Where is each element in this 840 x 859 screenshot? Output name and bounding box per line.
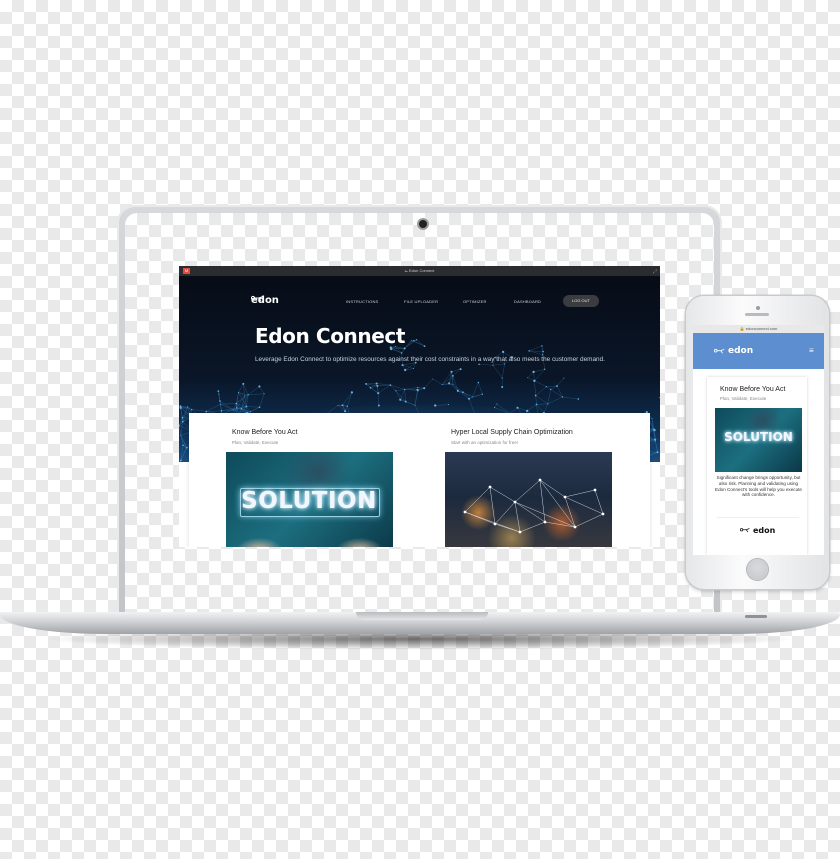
phone-card-subtitle: Plan, Validate, Execute [720, 396, 767, 401]
phone-footer-logo[interactable]: edon [740, 526, 775, 535]
feature-cards: Know Before You Act Plan, Validate, Exec… [189, 413, 650, 547]
solution-image-text: SOLUTION [241, 488, 377, 514]
logout-button[interactable]: LOG OUT [563, 295, 599, 307]
hands-graphic [226, 522, 393, 547]
home-button[interactable] [747, 559, 768, 580]
phone-header: edon ≡ [693, 333, 824, 369]
card-subtitle: Start with an optimization for free! [451, 440, 519, 445]
edon-logo-icon: ⟜ [404, 268, 408, 273]
phone-site-logo[interactable]: edon [714, 346, 753, 356]
phone-body-text: Significant change brings opportunity, b… [715, 475, 802, 498]
front-camera-icon [756, 306, 760, 310]
site-logo[interactable]: edon [251, 295, 279, 306]
phone-speaker [745, 313, 769, 316]
footer-brand: edon [753, 526, 776, 535]
hero-subtitle: Leverage Edon Connect to optimize resour… [255, 356, 605, 363]
gmail-icon[interactable]: M [183, 268, 190, 274]
nav-optimizer[interactable]: OPTIMIZER [463, 299, 487, 304]
card-subtitle: Plan, Validate, Execute [232, 440, 279, 445]
phone-card-title: Know Before You Act [720, 386, 786, 393]
phone-solution-image: SOLUTION [715, 408, 802, 472]
lock-icon: 🔒 [739, 326, 745, 331]
nav-instructions[interactable]: INSTRUCTIONS [346, 299, 378, 304]
network-city-image [445, 452, 612, 547]
hamburger-menu-icon[interactable]: ≡ [809, 346, 814, 355]
browser-titlebar: M ⟜ Edon Connect ⤢ [179, 266, 660, 276]
camera-icon [419, 220, 427, 228]
laptop-notch [356, 612, 488, 620]
edon-logo-icon [251, 295, 264, 302]
nav-dashboard[interactable]: DASHBOARD [514, 299, 541, 304]
card-title: Know Before You Act [232, 429, 298, 436]
edon-logo-icon [740, 528, 750, 533]
brand-name: edon [728, 346, 754, 356]
url-bar[interactable]: 🔒 edonconnect.com [693, 325, 824, 333]
phone-screen: 🔒 edonconnect.com edon ≡ Know Before You… [693, 325, 824, 555]
card-know-before-you-act[interactable]: Know Before You Act Plan, Validate, Exec… [226, 413, 406, 547]
hero-title: Edon Connect [255, 324, 405, 348]
nav-file-uploader[interactable]: FILE UPLOADER [404, 299, 438, 304]
divider [717, 517, 799, 518]
card-hyper-local[interactable]: Hyper Local Supply Chain Optimization St… [445, 413, 625, 547]
window-title: Edon Connect [408, 268, 435, 273]
laptop-screen: M ⟜ Edon Connect ⤢ edon INSTRUCTIONS FIL… [179, 266, 660, 547]
laptop-foot [745, 615, 767, 618]
edon-logo-icon [714, 348, 725, 353]
network-mesh-graphic [463, 478, 605, 534]
url-text: edonconnect.com [745, 326, 778, 331]
solution-image: SOLUTION [226, 452, 393, 547]
card-title: Hyper Local Supply Chain Optimization [451, 429, 573, 436]
solution-image-text: SOLUTION [724, 430, 793, 444]
